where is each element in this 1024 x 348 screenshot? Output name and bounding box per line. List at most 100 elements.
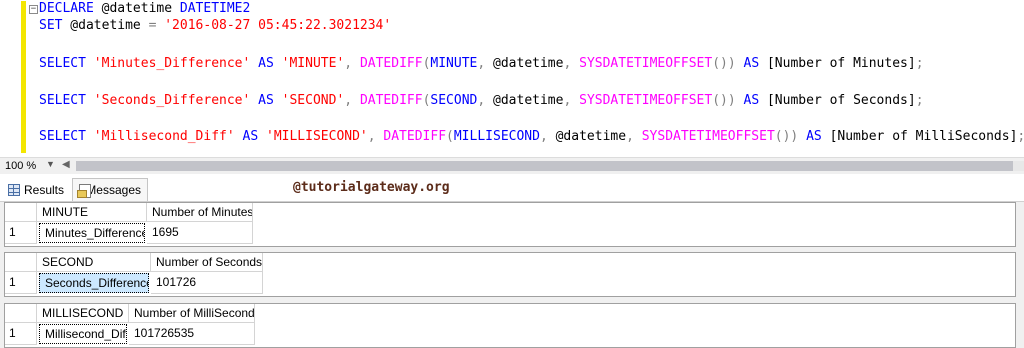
code-token: ; xyxy=(915,93,924,108)
zoom-bar: 100 % ▼ ◀ xyxy=(0,157,1024,174)
table-cell[interactable]: 101726535 xyxy=(129,323,255,345)
tab-results-label: Results xyxy=(23,182,64,197)
code-token: ; xyxy=(915,56,924,71)
table-row: 1 Millisecond_Diff 101726535 xyxy=(5,323,1015,345)
code-token: SELECT xyxy=(39,129,86,144)
code-token: ()) xyxy=(712,93,736,108)
watermark: @tutorialgateway.org xyxy=(293,180,450,195)
code-line[interactable]: DECLARE @datetime DATETIME2 xyxy=(39,1,250,16)
code-token: , xyxy=(477,56,494,71)
header-row: SECOND Number of Seconds xyxy=(5,253,1015,272)
header-corner[interactable] xyxy=(5,304,37,323)
header-row: MILLISECOND Number of MilliSeconds xyxy=(5,304,1015,323)
scroll-left-icon[interactable]: ◀ xyxy=(62,159,70,170)
table-cell[interactable]: 1695 xyxy=(147,222,253,244)
scrollbar-thumb[interactable] xyxy=(76,161,1013,171)
row-number[interactable]: 1 xyxy=(5,323,37,345)
table-row: 1 Seconds_Difference 101726 xyxy=(5,272,1015,294)
header-corner[interactable] xyxy=(5,253,37,272)
code-line[interactable]: SELECT 'Millisecond_Diff' AS 'MILLISECON… xyxy=(39,129,1024,144)
table-cell[interactable]: Minutes_Difference xyxy=(39,223,145,243)
code-line[interactable]: SELECT 'Seconds_Difference' AS 'SECOND',… xyxy=(39,93,924,108)
code-token: SELECT xyxy=(39,93,86,108)
column-header[interactable]: MINUTE xyxy=(37,203,147,222)
code-token: MINUTE xyxy=(430,56,478,71)
zoom-level-select[interactable]: 100 % xyxy=(2,159,39,173)
code-token: AS xyxy=(258,56,274,71)
code-token: @datetime xyxy=(93,1,180,16)
code-token: , xyxy=(563,93,580,108)
code-token: , xyxy=(626,129,642,144)
code-token: 'Minutes_Difference' xyxy=(93,56,251,71)
code-token: ( xyxy=(446,129,454,144)
code-token: @datetime xyxy=(555,129,627,144)
result-grid-milliseconds[interactable]: MILLISECOND Number of MilliSeconds 1 Mil… xyxy=(4,303,1016,348)
code-token: @datetime xyxy=(493,93,564,108)
column-header[interactable]: SECOND xyxy=(37,253,151,272)
code-token: '2016-08-27 05:45:22.3021234' xyxy=(164,18,392,33)
code-token: , xyxy=(477,93,494,108)
tab-results[interactable]: Results xyxy=(4,178,70,201)
table-row: 1 Minutes_Difference 1695 xyxy=(5,222,1015,244)
code-token: SET xyxy=(39,18,63,33)
column-header[interactable]: Number of Minutes xyxy=(147,203,253,222)
table-cell[interactable]: Millisecond_Diff xyxy=(39,324,127,344)
code-token: ; xyxy=(1017,129,1024,144)
code-token: [Number of Seconds] xyxy=(759,93,916,108)
code-line[interactable]: SELECT 'Minutes_Difference' AS 'MINUTE',… xyxy=(39,56,924,71)
query-editor[interactable]: − DECLARE @datetime DATETIME2 SET @dateti… xyxy=(0,0,1024,156)
column-header[interactable]: Number of Seconds xyxy=(151,253,263,272)
column-header[interactable]: MILLISECOND xyxy=(37,304,129,323)
chevron-down-icon[interactable]: ▼ xyxy=(46,159,55,169)
header-row: MINUTE Number of Minutes xyxy=(5,203,1015,222)
code-token: DECLARE xyxy=(39,1,94,16)
code-token: SYSDATETIMEOFFSET xyxy=(579,56,713,71)
code-token: , xyxy=(344,56,360,71)
code-token: SECOND xyxy=(430,93,478,108)
code-line[interactable]: SET @datetime = '2016-08-27 05:45:22.302… xyxy=(39,18,391,33)
row-number[interactable]: 1 xyxy=(5,222,37,244)
result-tabs: Results Messages @tutorialgateway.org xyxy=(0,175,1024,202)
code-token: 'SECOND' xyxy=(281,93,345,108)
code-token: DATEDIFF xyxy=(359,93,423,108)
tab-messages[interactable]: Messages xyxy=(72,178,148,201)
code-token: 'MINUTE' xyxy=(281,56,345,71)
code-token: SYSDATETIMEOFFSET xyxy=(579,93,713,108)
collapse-icon[interactable]: − xyxy=(29,5,38,14)
grid-icon xyxy=(8,183,20,196)
row-number[interactable]: 1 xyxy=(5,272,37,294)
column-header[interactable]: Number of MilliSeconds xyxy=(129,304,255,323)
code-token: AS xyxy=(258,93,274,108)
result-grid-minutes[interactable]: MINUTE Number of Minutes 1 Minutes_Diffe… xyxy=(4,202,1016,247)
code-token: SYSDATETIMEOFFSET xyxy=(641,129,775,144)
code-token: [Number of MilliSeconds] xyxy=(821,129,1018,144)
code-token: , xyxy=(344,93,360,108)
code-token: ()) xyxy=(774,129,799,144)
table-cell[interactable]: 101726 xyxy=(151,272,263,294)
result-grid-seconds[interactable]: SECOND Number of Seconds 1 Seconds_Diffe… xyxy=(4,252,1016,297)
code-token: AS xyxy=(743,56,760,71)
header-corner[interactable] xyxy=(5,203,37,222)
code-token: @datetime xyxy=(493,56,564,71)
code-token: @datetime xyxy=(62,18,149,33)
table-cell[interactable]: Seconds_Difference xyxy=(39,273,149,293)
code-token: AS xyxy=(806,129,822,144)
code-token: 'Seconds_Difference' xyxy=(93,93,251,108)
change-tracking-bar xyxy=(21,1,26,153)
code-token: DATETIME2 xyxy=(179,1,251,16)
horizontal-scrollbar[interactable] xyxy=(76,161,1024,171)
tab-messages-label: Messages xyxy=(86,183,141,197)
code-token: , xyxy=(367,129,384,144)
code-token: MILLISECOND xyxy=(453,129,540,144)
